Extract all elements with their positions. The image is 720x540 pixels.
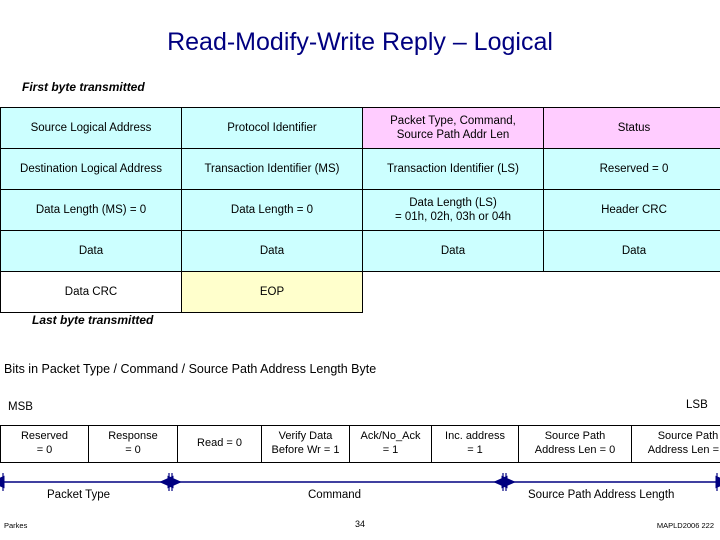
cell-destination-logical-address: Destination Logical Address [0, 148, 182, 190]
cell-empty-2 [544, 272, 720, 313]
cell-data-length-ls: Data Length (LS) = 01h, 02h, 03h or 04h [362, 189, 544, 231]
group-label-packet-type: Packet Type [47, 489, 111, 501]
cell-data-4: Data [543, 230, 720, 272]
bits-caption: Bits in Packet Type / Command / Source P… [4, 362, 377, 376]
table-row: Data Length (MS) = 0 Data Length = 0 Dat… [0, 189, 720, 231]
table-row: Source Logical Address Protocol Identifi… [0, 107, 720, 149]
first-byte-label: First byte transmitted [22, 80, 145, 94]
bit-cell-response: Response = 0 [88, 425, 178, 463]
cell-reserved: Reserved = 0 [543, 148, 720, 190]
bit-cell-source-path-len-0: Source PathAddress Len = 0 [631, 425, 720, 463]
cell-data-2: Data [181, 230, 363, 272]
cell-transaction-identifier-ls: Transaction Identifier (LS) [362, 148, 544, 190]
msb-label: MSB [8, 401, 33, 413]
bit-field-table: Reserved = 0 Response = 0 Read = 0 Verify … [0, 425, 720, 463]
table-row: Data CRC EOP [0, 271, 720, 313]
bit-cell-read: Read = 0 [177, 425, 262, 463]
cell-source-logical-address: Source Logical Address [0, 107, 182, 149]
cell-eop: EOP [181, 271, 363, 313]
footer-conference: MAPLD2006 222 [656, 521, 714, 530]
packet-format-table: Source Logical Address Protocol Identifi… [0, 107, 720, 313]
cell-header-crc: Header CRC [543, 189, 720, 231]
group-label-source-path-address-length: Source Path Address Length [528, 489, 675, 501]
bit-cell-ack-no-ack: Ack/No_Ack = 1 [349, 425, 432, 463]
bit-cell-inc-address: Inc. address = 1 [431, 425, 519, 463]
cell-packet-type-command: Packet Type, Command, Source Path Addr Le… [362, 107, 544, 149]
table-row: Destination Logical Address Transaction … [0, 148, 720, 190]
cell-data-length: Data Length = 0 [181, 189, 363, 231]
bit-cell-source-path-len-1: Source Path Address Len = 0 [518, 425, 632, 463]
last-byte-label: Last byte transmitted [32, 313, 154, 327]
cell-data-crc: Data CRC [0, 271, 182, 313]
group-label-command: Command [308, 489, 362, 501]
cell-empty-1 [363, 272, 544, 313]
cell-data-length-ms: Data Length (MS) = 0 [0, 189, 182, 231]
cell-data-1: Data [0, 230, 182, 272]
cell-transaction-identifier-ms: Transaction Identifier (MS) [181, 148, 363, 190]
bit-cell-reserved: Reserved = 0 [0, 425, 89, 463]
cell-data-3: Data [362, 230, 544, 272]
page-title: Read-Modify-Write Reply – Logical [167, 28, 553, 56]
footer-page-number: 34 [354, 519, 365, 529]
table-row: Data Data Data Data [0, 230, 720, 272]
cell-status: Status [543, 107, 720, 149]
cell-protocol-identifier: Protocol Identifier [181, 107, 363, 149]
lsb-label: LSB [686, 399, 708, 411]
table-row: Reserved = 0 Response = 0 Read = 0 Verify … [0, 425, 720, 463]
bit-cell-verify-data: Verify Data Before Wr = 1 [261, 425, 350, 463]
